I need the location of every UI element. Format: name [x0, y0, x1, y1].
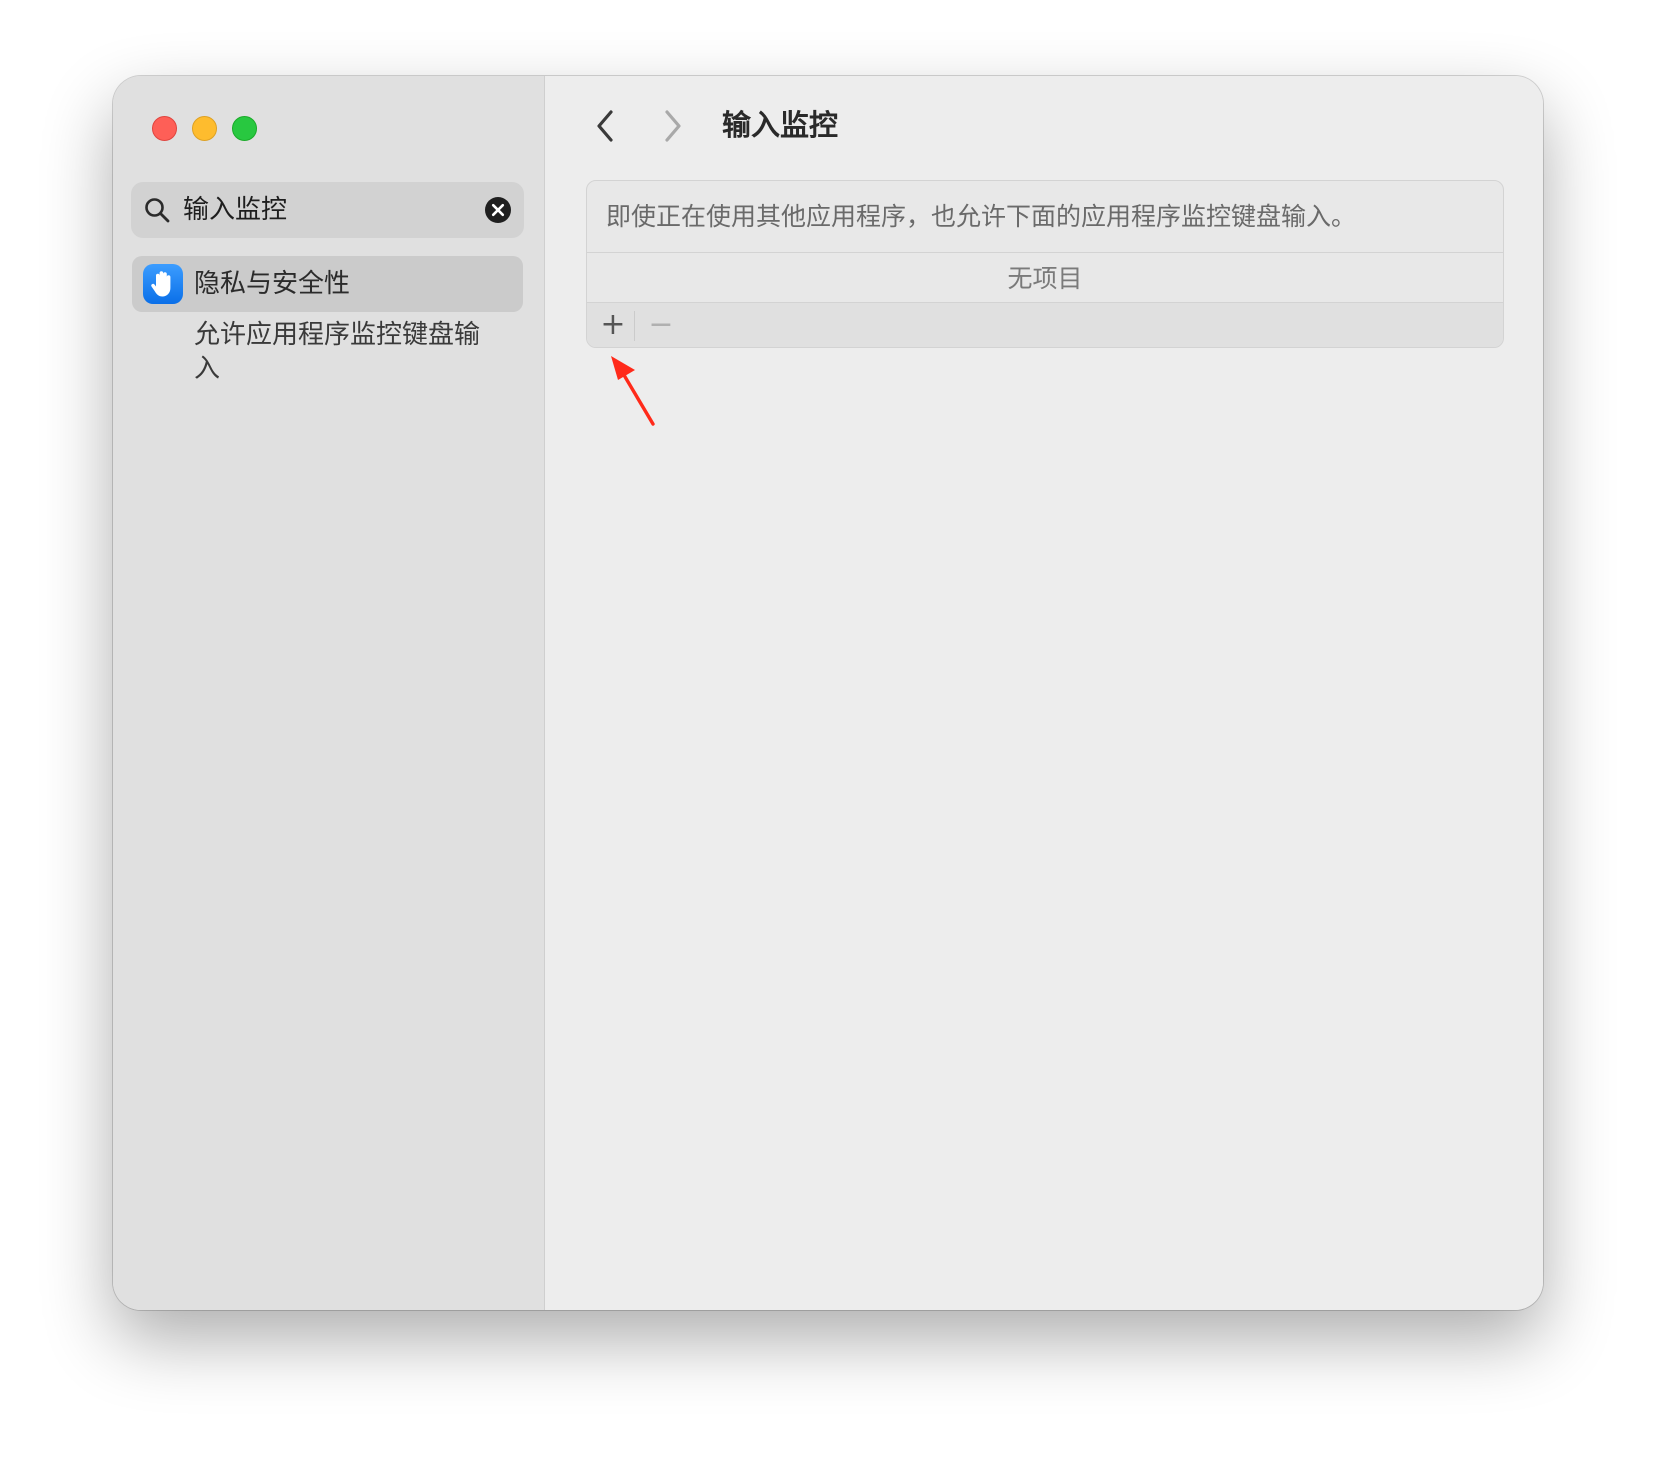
sidebar-subitem-input-monitoring[interactable]: 允许应用程序监控键盘输入 — [194, 318, 484, 386]
empty-list-text: 无项目 — [1007, 264, 1083, 293]
divider — [634, 311, 635, 341]
search-icon — [145, 198, 170, 223]
sidebar-item-label: 隐私与安全性 — [194, 269, 351, 299]
raised-hand-icon — [143, 264, 183, 304]
remove-button[interactable]: − — [643, 307, 679, 343]
list-toolbar: + − — [587, 302, 1503, 347]
minimize-window-button[interactable] — [192, 116, 217, 141]
clear-circle-icon[interactable] — [484, 196, 512, 224]
panel-description: 即使正在使用其他应用程序，也允许下面的应用程序监控键盘输入。 — [606, 202, 1357, 231]
maximize-window-button[interactable] — [232, 116, 257, 141]
page-title: 输入监控 — [722, 108, 839, 142]
search-input[interactable]: 输入监控 — [183, 192, 287, 228]
settings-window: 输入监控 隐私与安全性 允许应用程序监控键盘输入 输入监控 即使正在使用其他应用… — [113, 76, 1543, 1310]
close-window-button[interactable] — [152, 116, 177, 141]
search-field[interactable]: 输入监控 — [131, 182, 524, 238]
red-arrow-icon — [611, 356, 655, 426]
chevron-right-icon[interactable] — [655, 106, 691, 146]
sidebar-item-privacy-security[interactable]: 隐私与安全性 — [132, 256, 523, 312]
chevron-left-icon[interactable] — [587, 106, 623, 146]
add-button[interactable]: + — [595, 307, 631, 343]
sidebar: 输入监控 隐私与安全性 允许应用程序监控键盘输入 — [113, 76, 545, 1310]
app-list-panel: 即使正在使用其他应用程序，也允许下面的应用程序监控键盘输入。 无项目 + − — [586, 180, 1504, 348]
main-content: 输入监控 即使正在使用其他应用程序，也允许下面的应用程序监控键盘输入。 无项目 … — [545, 76, 1543, 1310]
divider — [587, 252, 1503, 253]
